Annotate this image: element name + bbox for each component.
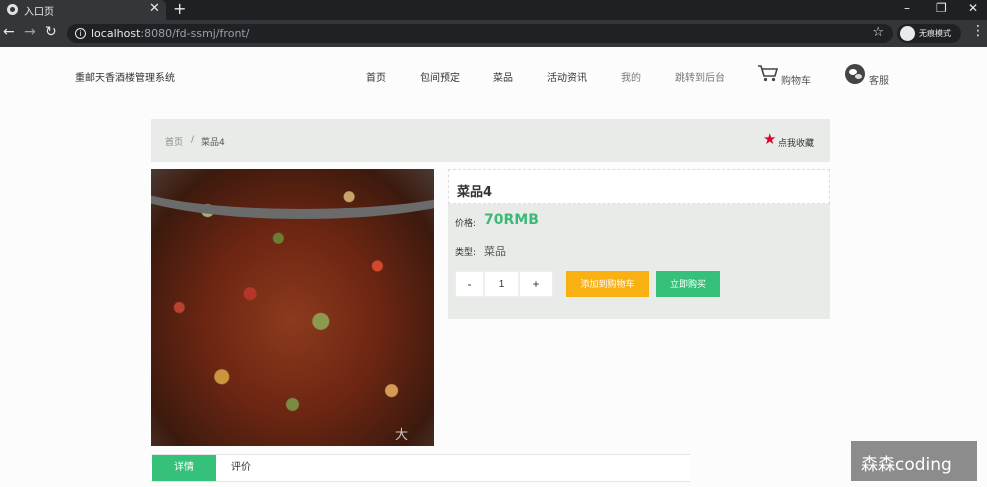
tab-details[interactable]: 详情 [152, 455, 216, 481]
quantity-increase-button[interactable]: + [519, 271, 553, 297]
type-value: 菜品 [484, 245, 506, 258]
breadcrumb-current: 菜品4 [201, 138, 225, 148]
price-value: 70RMB [484, 212, 539, 228]
add-to-cart-button[interactable]: 添加到购物车 [566, 271, 649, 297]
product-name-box: 菜品4 [448, 169, 830, 204]
minimize-icon[interactable]: – [904, 1, 910, 15]
nav-dishes[interactable]: 菜品 [493, 69, 513, 84]
forward-icon[interactable]: → [24, 24, 36, 40]
new-tab-icon[interactable]: + [173, 0, 186, 18]
address-bar[interactable]: i localhost:8080/fd-ssmj/front/ ☆ [67, 24, 893, 43]
nav-mine[interactable]: 我的 [621, 69, 641, 84]
url-text: localhost:8080/fd-ssmj/front/ [91, 27, 250, 40]
product-info-panel: 价格: 70RMB 类型: 菜品 - + 添加到购物车 立即购买 [448, 204, 830, 319]
cart-icon[interactable] [757, 64, 779, 82]
nav-room-booking[interactable]: 包间预定 [420, 69, 460, 84]
buy-now-button[interactable]: 立即购买 [656, 271, 720, 297]
type-label: 类型: [455, 248, 477, 258]
incognito-icon [900, 26, 915, 41]
window-close-icon[interactable]: ✕ [968, 1, 978, 15]
detail-tabs: 详情 评价 [151, 454, 690, 482]
price-label: 价格: [455, 219, 477, 229]
tab-reviews[interactable]: 评价 [231, 455, 267, 481]
browser-tab-bar: 入口页 ✕ + – ❐ ✕ [0, 0, 987, 20]
product-name: 菜品4 [457, 185, 493, 200]
info-icon[interactable]: i [75, 28, 86, 39]
incognito-indicator[interactable]: 无痕模式 [897, 24, 961, 43]
bookmark-star-icon[interactable]: ☆ [872, 25, 884, 40]
favorite-button[interactable]: 点我收藏 [778, 136, 814, 149]
photo-watermark: 大 [395, 428, 409, 443]
back-icon[interactable]: ← [3, 24, 15, 40]
breadcrumb-separator: / [191, 135, 195, 145]
close-tab-icon[interactable]: ✕ [149, 1, 160, 16]
watermark-text: 森森coding [861, 455, 952, 475]
incognito-label: 无痕模式 [919, 29, 951, 38]
breadcrumb: 首页 / 菜品4 ★ 点我收藏 [151, 119, 830, 162]
nav-home[interactable]: 首页 [366, 69, 386, 84]
browser-toolbar: ← → ↻ i localhost:8080/fd-ssmj/front/ ☆ … [0, 20, 987, 47]
wechat-icon[interactable] [845, 64, 865, 84]
star-icon[interactable]: ★ [763, 130, 776, 148]
video-watermark: 森森coding [851, 441, 977, 481]
quantity-decrease-button[interactable]: - [455, 271, 484, 297]
browser-tab[interactable]: 入口页 ✕ [0, 0, 166, 20]
breadcrumb-home[interactable]: 首页 [165, 135, 183, 148]
nav-news[interactable]: 活动资讯 [547, 69, 587, 84]
restore-icon[interactable]: ❐ [936, 1, 947, 15]
service-label[interactable]: 客服 [869, 72, 889, 87]
tab-title: 入口页 [24, 7, 54, 18]
site-title[interactable]: 重邮天香酒楼管理系统 [75, 69, 175, 84]
reload-icon[interactable]: ↻ [45, 24, 57, 40]
cart-label[interactable]: 购物车 [781, 72, 811, 87]
nav-admin[interactable]: 跳转到后台 [675, 69, 725, 84]
browser-menu-icon[interactable]: ⋮ [971, 23, 985, 39]
product-image: 大 [151, 169, 434, 446]
globe-icon [7, 4, 18, 15]
quantity-input[interactable] [484, 271, 519, 297]
